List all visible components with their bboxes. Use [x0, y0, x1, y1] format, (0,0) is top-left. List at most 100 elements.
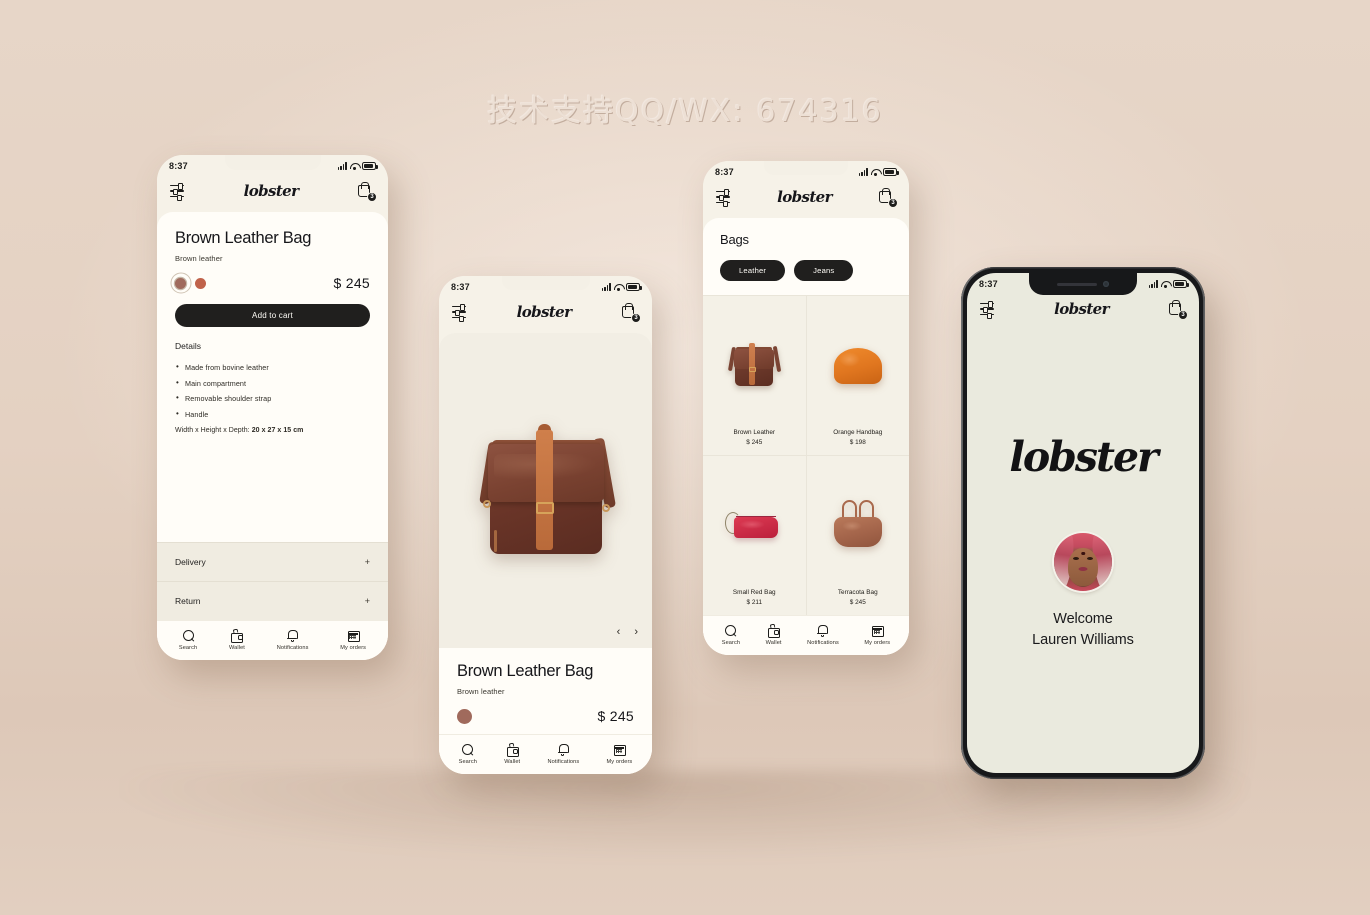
shopping-bag-icon[interactable]: 3 — [879, 187, 898, 208]
status-time: 8:37 — [169, 161, 188, 171]
swatch-brown[interactable] — [175, 277, 186, 289]
product-name: Small Red Bag — [732, 589, 776, 596]
swatch-brown[interactable] — [457, 708, 472, 724]
accordion-row-delivery[interactable]: Delivery + — [157, 542, 388, 581]
brand-logo: lobster — [243, 182, 299, 200]
nav-item-my-orders[interactable]: My orders — [864, 624, 890, 646]
product-price: $ 198 — [849, 439, 866, 446]
accordion-row-return[interactable]: Return + — [157, 581, 388, 620]
product-card-orange-handbag[interactable]: Orange Handbag $ 198 — [806, 296, 909, 455]
wifi-icon — [871, 168, 880, 176]
shopping-bag-icon[interactable]: 3 — [1169, 299, 1188, 320]
product-price: $ 245 — [849, 599, 866, 606]
nav-item-search[interactable]: Search — [459, 743, 477, 765]
status-bar: 8:37 — [439, 276, 652, 298]
list-item: Made from bovine leather — [175, 362, 370, 372]
chip-jeans[interactable]: Jeans — [794, 260, 854, 281]
nav-item-wallet[interactable]: Wallet — [766, 623, 782, 646]
nav-item-notifications[interactable]: Notifications — [807, 624, 839, 646]
product-card-brown-leather[interactable]: Brown Leather $ 245 — [703, 296, 806, 455]
filter-sliders-icon[interactable] — [170, 182, 184, 204]
floor-shadow — [120, 770, 1250, 860]
screen-welcome: 8:37 lobster 3 lobster Welcome Lauren Wi… — [967, 273, 1199, 773]
swatch-price-row: $ 245 — [175, 275, 370, 291]
accordion: Delivery + Return + — [157, 542, 388, 620]
add-to-cart-button[interactable]: Add to cart — [175, 304, 370, 327]
list-item: Main compartment — [175, 378, 370, 388]
filter-sliders-icon[interactable] — [716, 188, 730, 210]
bottom-navigation: Search Wallet Notifications My orders — [703, 615, 909, 655]
nav-item-search[interactable]: Search — [179, 629, 197, 651]
accordion-label: Return — [175, 596, 201, 606]
filter-sliders-icon[interactable] — [452, 303, 466, 325]
brand-logo-large: lobster — [1009, 433, 1158, 481]
shopping-bag-icon[interactable]: 3 — [622, 302, 641, 323]
terracotta-tote-thumb — [830, 498, 886, 550]
product-name: Orange Handbag — [833, 429, 883, 436]
app-header: lobster 3 — [439, 298, 652, 333]
nav-item-my-orders[interactable]: My orders — [340, 629, 366, 651]
nav-label: Wallet — [229, 645, 245, 651]
chip-leather[interactable]: Leather — [720, 260, 786, 281]
search-icon — [461, 743, 474, 756]
phone-mockup-welcome: 8:37 lobster 3 lobster Welcome Lauren Wi… — [961, 267, 1205, 779]
product-subtitle: Brown leather — [175, 254, 223, 263]
avatar-eye-left — [1073, 556, 1080, 560]
app-header: lobster 3 — [967, 295, 1199, 330]
product-card-terracota-bag[interactable]: Terracota Bag $ 245 — [806, 456, 909, 615]
gallery-arrows: ‹ › — [617, 627, 638, 638]
status-bar: 8:37 — [157, 155, 388, 177]
gallery-product-info: Brown Leather Bag Brown leather $ 245 — [439, 648, 652, 734]
shopping-bag-icon[interactable]: 3 — [358, 181, 377, 202]
status-indicators — [601, 283, 642, 291]
nav-item-my-orders[interactable]: My orders — [607, 743, 633, 765]
nav-item-search[interactable]: Search — [722, 624, 740, 646]
product-price: $ 245 — [333, 275, 370, 291]
nav-item-wallet[interactable]: Wallet — [504, 742, 521, 765]
product-grid: Brown Leather $ 245 Orange Handbag $ 198 — [703, 295, 909, 615]
cart-badge: 3 — [367, 192, 377, 202]
cart-badge: 3 — [1178, 310, 1188, 320]
nav-label: My orders — [864, 640, 891, 646]
product-image-gallery[interactable]: ‹ › — [439, 333, 652, 648]
product-card-small-red-bag[interactable]: Small Red Bag $ 211 — [703, 456, 806, 615]
nav-item-notifications[interactable]: Notifications — [277, 629, 309, 651]
nav-item-notifications[interactable]: Notifications — [547, 743, 579, 765]
swatch-terracotta[interactable] — [195, 277, 206, 289]
bell-icon — [557, 743, 570, 756]
color-swatches — [175, 277, 206, 289]
product-price: $ 211 — [746, 599, 763, 606]
nav-label: Search — [721, 640, 741, 646]
bell-icon — [286, 629, 299, 642]
watermark-text: 技术支持QQ/WX: 674316 — [487, 94, 883, 129]
gallery-sheet: ‹ › Brown Leather Bag Brown leather $ 24… — [439, 333, 652, 774]
category-chips: Leather Jeans — [703, 247, 909, 295]
filter-sliders-icon[interactable] — [980, 300, 994, 322]
nav-label: Notifications — [547, 759, 580, 765]
cellular-signal-icon — [1148, 280, 1158, 288]
product-subtitle: Brown leather — [457, 687, 505, 696]
cart-badge: 3 — [888, 198, 898, 208]
battery-icon — [626, 283, 642, 291]
gallery-next-icon[interactable]: › — [634, 627, 638, 638]
status-time: 8:37 — [715, 167, 734, 177]
status-time: 8:37 — [451, 282, 470, 292]
bag-ring-left — [482, 499, 491, 508]
plus-icon: + — [364, 557, 370, 567]
product-detail-sheet: Brown Leather Bag Brown leather $ 245 Ad… — [157, 212, 388, 660]
gallery-prev-icon[interactable]: ‹ — [617, 627, 621, 638]
wifi-icon — [1161, 280, 1170, 288]
product-title: Brown Leather Bag — [457, 662, 594, 680]
phone-mockup-catalog: 8:37 lobster 3 Bags Leather Jeans Brown … — [703, 161, 909, 655]
product-name: Terracota Bag — [837, 589, 878, 596]
phone-mockup-product-gallery: 8:37 lobster 3 ‹ › Brown Leather Bag Bro… — [439, 276, 652, 774]
bottom-navigation: Search Wallet Notifications My orders — [157, 620, 388, 660]
nav-label: Wallet — [504, 759, 521, 765]
nav-label: Search — [458, 759, 477, 765]
avatar-eye-right — [1086, 556, 1093, 560]
catalog-sheet: Bags Leather Jeans Brown Leather $ 245 O… — [703, 218, 909, 655]
product-name: Brown Leather — [733, 429, 776, 436]
battery-icon — [883, 168, 899, 176]
nav-item-wallet[interactable]: Wallet — [229, 628, 245, 651]
dimensions-line: Width x Height x Depth: 20 x 27 x 15 cm — [175, 427, 370, 434]
